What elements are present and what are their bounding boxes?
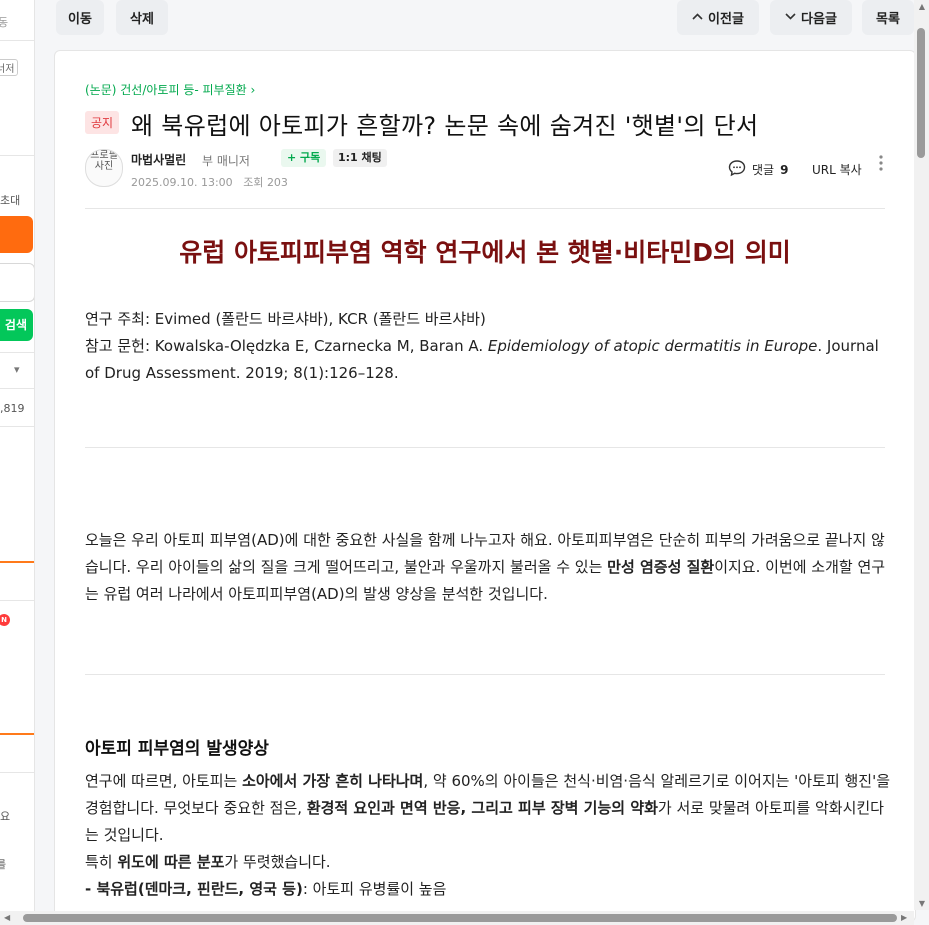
sidebar-count: ,819 <box>0 402 25 415</box>
sidebar-section-divider <box>0 733 34 735</box>
post-date: 2025.09.10. 13:00 <box>131 176 233 189</box>
sidebar-divider <box>0 388 34 389</box>
scroll-left-icon[interactable]: ◀ <box>4 913 10 922</box>
sidebar-menu-text[interactable]: 요 <box>0 808 10 824</box>
chevron-down-icon <box>785 12 796 23</box>
sidebar-divider <box>0 600 34 601</box>
author-role: 부 매니저 <box>202 154 250 168</box>
body-text: 특히 <box>85 853 118 871</box>
delete-button[interactable]: 삭제 <box>116 0 168 35</box>
notice-badge: 공지 <box>85 111 120 134</box>
sidebar-divider <box>0 772 34 773</box>
chat-button[interactable]: 1:1 채팅 <box>333 149 387 167</box>
content-divider <box>85 674 885 675</box>
url-copy-button[interactable]: URL 복사 <box>812 161 862 178</box>
comments-label: 댓글 <box>752 163 775 177</box>
source-line2-a: Kowalska-Olędzka E, Czarnecka M, Baran A… <box>150 337 488 355</box>
source-line1: Evimed (폴란드 바르샤바), KCR (폴란드 바르샤바) <box>150 310 486 328</box>
next-post-button[interactable]: 다음글 <box>770 0 852 35</box>
post-meta: 2025.09.10. 13:00 조회 203 <box>131 174 288 190</box>
sidebar-search-button[interactable]: 검색 <box>0 309 33 341</box>
left-sidebar: 동 너저 초대 검색 ▾ ,819 N 요 를 <box>0 0 35 925</box>
sidebar-menu-text[interactable]: 를 <box>0 856 6 872</box>
comments-count: 9 <box>780 162 789 177</box>
comments-button[interactable]: 댓글 9 <box>728 159 788 180</box>
sidebar-write-button[interactable] <box>0 216 33 253</box>
content-divider <box>85 447 885 448</box>
views-label: 조회 <box>243 176 264 189</box>
comment-bubble-icon <box>728 159 746 180</box>
sidebar-divider <box>0 426 34 427</box>
vertical-scroll-thumb[interactable] <box>917 28 925 158</box>
section-title: 아토피 피부염의 발생양상 <box>85 739 269 759</box>
body-text: 연구에 따르면, 아토피는 <box>85 772 243 790</box>
body-text: 가 뚜렷했습니다. <box>224 853 331 871</box>
header-divider <box>85 208 885 209</box>
subscribe-button[interactable]: + 구독 <box>281 149 327 167</box>
intro-paragraph: 오늘은 우리 아토피 피부염(AD)에 대한 중요한 사실을 함께 나누고자 해… <box>85 527 890 608</box>
body-bold: 환경적 요인과 면역 반응, 그리고 피부 장벽 기능의 약화 <box>306 799 658 817</box>
scroll-down-icon[interactable]: ▼ <box>919 899 925 908</box>
article-headline: 유럽 아토피피부염 역학 연구에서 본 햇볕·비타민D의 의미 <box>179 238 791 267</box>
sidebar-divider <box>0 40 34 41</box>
source-line1-label: 연구 주최: <box>85 310 151 328</box>
list-button[interactable]: 목록 <box>862 0 914 35</box>
prev-post-label: 이전글 <box>708 12 744 27</box>
source-info: 연구 주최: Evimed (폴란드 바르샤바), KCR (폴란드 바르샤바)… <box>85 306 890 387</box>
sidebar-divider <box>0 352 34 353</box>
page-title: 왜 북유럽에 아토피가 흔할까? 논문 속에 숨겨진 '햇볕'의 단서 <box>131 112 759 140</box>
more-options-icon[interactable] <box>879 155 883 175</box>
sidebar-text-1: 동 <box>0 14 8 30</box>
chevron-up-icon <box>692 12 703 23</box>
sidebar-dropdown-icon[interactable]: ▾ <box>14 363 20 376</box>
move-button[interactable]: 이동 <box>56 0 104 35</box>
body-text: : 아토피 유병률이 높음 <box>302 880 447 898</box>
body-paragraph: 연구에 따르면, 아토피는 소아에서 가장 흔히 나타나며, 약 60%의 아이… <box>85 768 890 903</box>
prev-post-button[interactable]: 이전글 <box>677 0 759 35</box>
sidebar-section-divider <box>0 561 34 563</box>
author-name[interactable]: 마법사멀린 <box>131 151 186 168</box>
sidebar-search-input[interactable] <box>0 263 34 302</box>
scroll-up-icon[interactable]: ▲ <box>919 2 925 11</box>
avatar[interactable]: 프로필 사진 <box>85 149 123 187</box>
next-post-label: 다음글 <box>801 12 837 27</box>
views-count: 203 <box>266 176 288 189</box>
vertical-scrollbar[interactable]: ▲ ▼ <box>914 0 929 910</box>
sidebar-manager-tag: 너저 <box>0 59 19 76</box>
article-card: (논문) 건선/아토피 등- 피부질환 › 공지 왜 북유럽에 아토피가 흔할까… <box>54 50 916 922</box>
scroll-right-icon[interactable]: ▶ <box>901 913 907 922</box>
sidebar-divider <box>0 155 34 156</box>
source-line2-italic: Epidemiology of atopic dermatitis in Eur… <box>487 337 818 355</box>
horizontal-scrollbar[interactable]: ◀ ▶ <box>0 911 914 925</box>
sidebar-invite-link[interactable]: 초대 <box>0 192 20 208</box>
horizontal-scroll-thumb[interactable] <box>23 914 897 922</box>
body-bold: - 북유럽(덴마크, 핀란드, 영국 등) <box>85 880 303 898</box>
new-badge: N <box>0 614 10 626</box>
source-line2-label: 참고 문헌: <box>85 337 151 355</box>
body-bold: 위도에 따른 분포 <box>117 853 225 871</box>
breadcrumb[interactable]: (논문) 건선/아토피 등- 피부질환 › <box>85 81 255 98</box>
body-bold: 소아에서 가장 흔히 나타나며 <box>242 772 424 790</box>
intro-bold: 만성 염증성 질환 <box>607 558 715 576</box>
